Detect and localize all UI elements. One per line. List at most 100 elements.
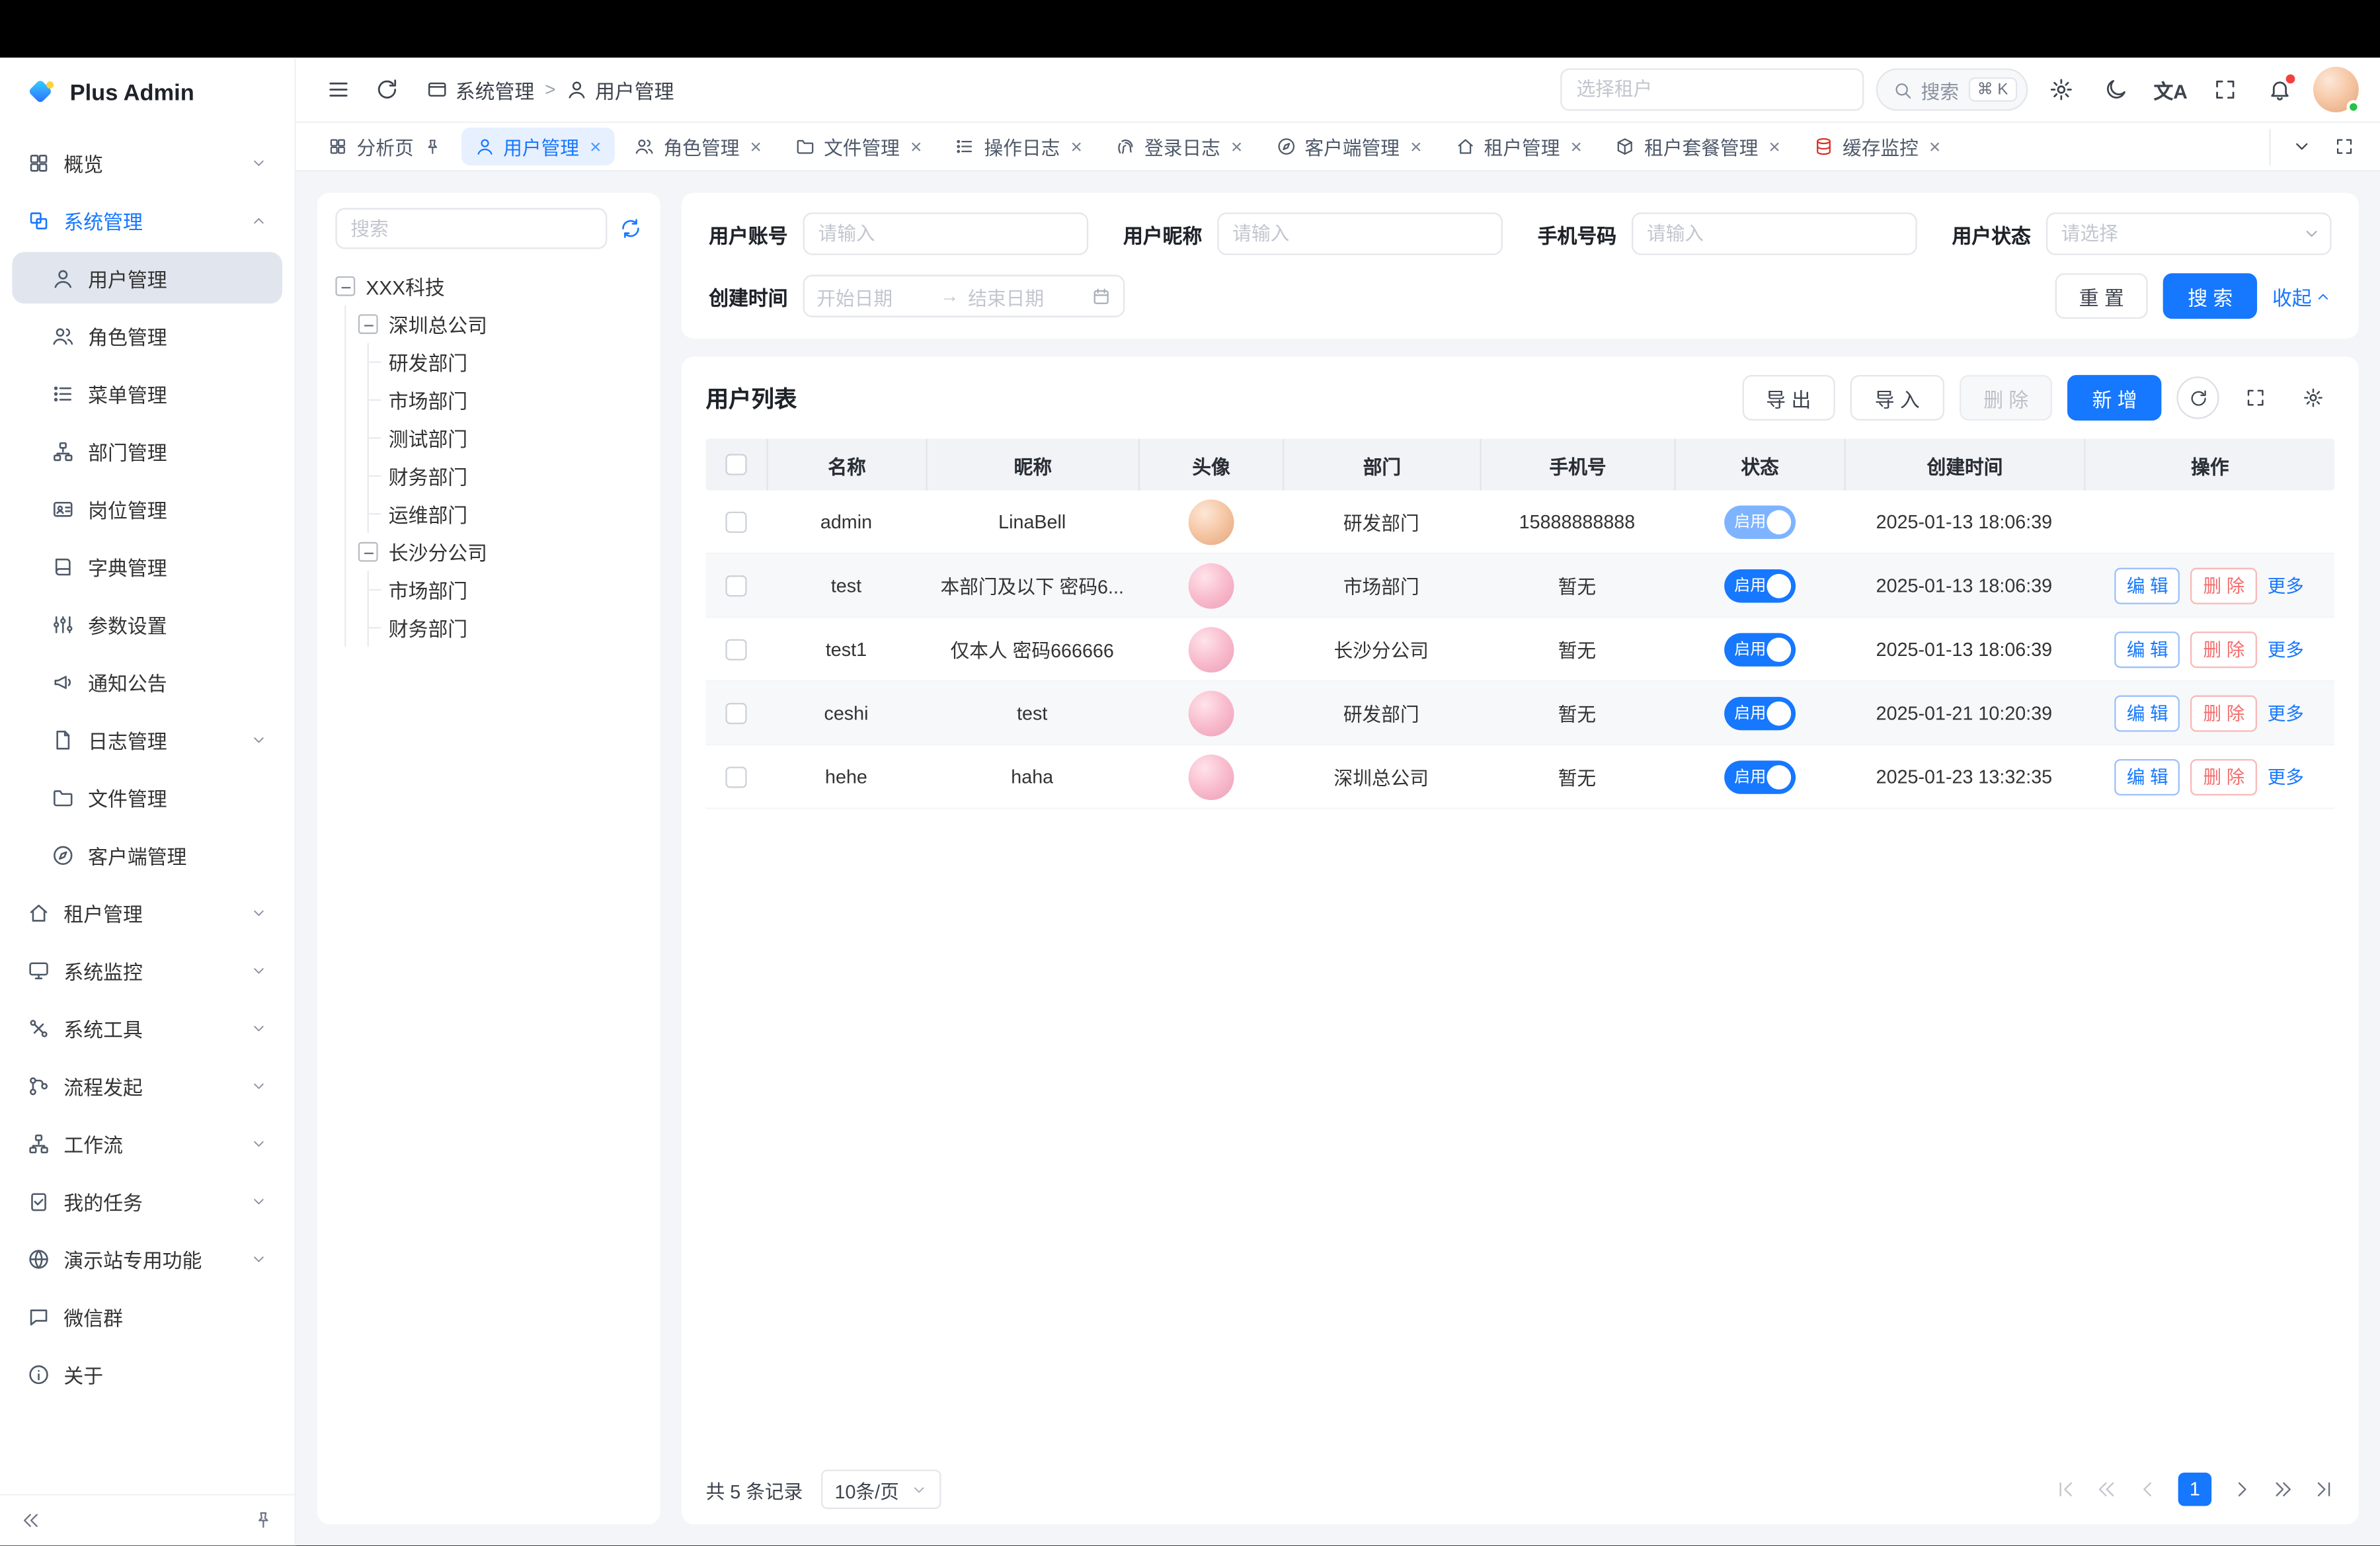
delete-button[interactable]: 删 除	[1959, 375, 2052, 421]
sidebar-item-wechat-group[interactable]: 微信群	[12, 1291, 282, 1342]
user-account-input[interactable]	[803, 212, 1089, 255]
reset-button[interactable]: 重 置	[2055, 273, 2148, 319]
page-size-select[interactable]: 10条/页	[821, 1470, 941, 1510]
tabs-dropdown-icon[interactable]	[2283, 128, 2319, 165]
table-settings-icon[interactable]	[2292, 376, 2334, 419]
edit-button[interactable]: 编 辑	[2115, 758, 2181, 795]
user-status-select-input[interactable]	[2046, 212, 2332, 255]
tab-tenant-package-mgmt[interactable]: 租户套餐管理 ×	[1602, 128, 1794, 165]
sidebar-item-param-settings[interactable]: 参数设置	[12, 598, 282, 650]
global-search-button[interactable]: 搜索 ⌘ K	[1876, 68, 2028, 110]
close-icon[interactable]: ×	[1571, 137, 1582, 157]
sidebar-item-about[interactable]: 关于	[12, 1348, 282, 1400]
more-button[interactable]: 更多	[2268, 573, 2304, 598]
sidebar-item-user-mgmt[interactable]: 用户管理	[12, 252, 282, 304]
sidebar-item-overview[interactable]: 概览	[12, 137, 282, 188]
close-icon[interactable]: ×	[750, 137, 762, 157]
tab-tenant-mgmt[interactable]: 租户管理 ×	[1441, 128, 1595, 165]
edit-button[interactable]: 编 辑	[2115, 631, 2181, 667]
close-icon[interactable]: ×	[590, 137, 601, 157]
tree-node-dept[interactable]: 市场部门	[381, 381, 642, 419]
tree-node-branch[interactable]: 深圳总公司	[358, 305, 642, 343]
close-icon[interactable]: ×	[1768, 137, 1780, 157]
status-toggle[interactable]: 启用	[1724, 505, 1795, 538]
sidebar-item-process-start[interactable]: 流程发起	[12, 1060, 282, 1112]
fullscreen-icon[interactable]	[2204, 68, 2246, 110]
sidebar-item-menu-mgmt[interactable]: 菜单管理	[12, 368, 282, 419]
tree-search-input[interactable]	[335, 208, 607, 249]
tree-node-dept[interactable]: 运维部门	[381, 495, 642, 532]
collapse-sidebar-icon[interactable]	[21, 1511, 41, 1531]
tree-node-dept[interactable]: 财务部门	[381, 609, 642, 647]
table-refresh-icon[interactable]	[2176, 376, 2219, 419]
sidebar-item-system-monitor[interactable]: 系统监控	[12, 944, 282, 996]
tab-operation-log[interactable]: 操作日志 ×	[941, 128, 1095, 165]
tree-expand-toggle[interactable]	[358, 314, 378, 334]
sidebar-item-my-tasks[interactable]: 我的任务	[12, 1175, 282, 1227]
close-icon[interactable]: ×	[1410, 137, 1421, 157]
tree-node-company[interactable]: XXX科技	[335, 267, 642, 305]
sidebar-item-client-mgmt[interactable]: 客户端管理	[12, 829, 282, 881]
edit-button[interactable]: 编 辑	[2115, 567, 2181, 604]
tree-node-dept[interactable]: 研发部门	[381, 343, 642, 381]
language-switch-icon[interactable]: 文A	[2149, 68, 2192, 110]
sidebar-item-notice[interactable]: 通知公告	[12, 656, 282, 708]
sidebar-item-workflow[interactable]: 工作流	[12, 1118, 282, 1169]
tab-cache-monitor[interactable]: 缓存监控 ×	[1800, 128, 1954, 165]
hamburger-menu-icon[interactable]	[317, 68, 360, 110]
delete-row-button[interactable]: 删 除	[2191, 694, 2257, 731]
tenant-select-input[interactable]	[1560, 68, 1863, 110]
tree-node-branch[interactable]: 长沙分公司	[358, 533, 642, 571]
delete-row-button[interactable]: 删 除	[2191, 631, 2257, 667]
content-fullscreen-icon[interactable]	[2325, 128, 2361, 165]
row-checkbox[interactable]	[725, 766, 746, 787]
jump-forward-icon[interactable]	[2272, 1479, 2293, 1500]
status-toggle[interactable]: 启用	[1724, 569, 1795, 602]
last-page-icon[interactable]	[2313, 1479, 2334, 1500]
phone-number-input[interactable]	[1632, 212, 1917, 255]
sidebar-item-system-tools[interactable]: 系统工具	[12, 1002, 282, 1053]
more-button[interactable]: 更多	[2268, 700, 2304, 725]
sidebar-item-dict-mgmt[interactable]: 字典管理	[12, 540, 282, 592]
tree-node-dept[interactable]: 市场部门	[381, 571, 642, 608]
more-button[interactable]: 更多	[2268, 764, 2304, 790]
notification-bell-icon[interactable]	[2258, 68, 2301, 110]
search-button[interactable]: 搜 索	[2164, 273, 2257, 319]
current-page-button[interactable]: 1	[2178, 1473, 2212, 1507]
tab-user-mgmt[interactable]: 用户管理 ×	[461, 128, 615, 165]
row-checkbox[interactable]	[725, 638, 746, 659]
select-all-checkbox[interactable]	[725, 454, 746, 475]
import-button[interactable]: 导 入	[1850, 375, 1944, 421]
tab-login-log[interactable]: 登录日志 ×	[1102, 128, 1256, 165]
next-page-icon[interactable]	[2231, 1479, 2252, 1500]
row-checkbox[interactable]	[725, 511, 746, 532]
sidebar-item-system-mgmt[interactable]: 系统管理	[12, 194, 282, 246]
export-button[interactable]: 导 出	[1742, 375, 1835, 421]
create-time-range-picker[interactable]: 开始日期 → 结束日期	[803, 275, 1125, 317]
tree-node-dept[interactable]: 测试部门	[381, 419, 642, 457]
first-page-icon[interactable]	[2055, 1479, 2077, 1500]
tree-expand-toggle[interactable]	[358, 542, 378, 562]
close-icon[interactable]: ×	[1929, 137, 1940, 157]
collapse-filters-link[interactable]: 收起	[2272, 282, 2332, 311]
tab-file-mgmt[interactable]: 文件管理 ×	[781, 128, 935, 165]
sidebar-item-post-mgmt[interactable]: 岗位管理	[12, 483, 282, 534]
row-checkbox[interactable]	[725, 575, 746, 596]
sidebar-item-demo-features[interactable]: 演示站专用功能	[12, 1233, 282, 1284]
row-checkbox[interactable]	[725, 702, 746, 723]
pin-icon[interactable]	[422, 138, 441, 156]
prev-page-icon[interactable]	[2137, 1479, 2159, 1500]
table-fullscreen-icon[interactable]	[2235, 376, 2277, 419]
sidebar-item-role-mgmt[interactable]: 角色管理	[12, 309, 282, 361]
tree-refresh-icon[interactable]	[619, 217, 642, 239]
breadcrumb-item-user-mgmt[interactable]: 用户管理	[566, 75, 674, 104]
user-avatar[interactable]	[2313, 67, 2359, 112]
delete-row-button[interactable]: 删 除	[2191, 758, 2257, 795]
close-icon[interactable]: ×	[1070, 137, 1082, 157]
more-button[interactable]: 更多	[2268, 636, 2304, 662]
jump-back-icon[interactable]	[2096, 1479, 2118, 1500]
sidebar-item-log-mgmt[interactable]: 日志管理	[12, 713, 282, 765]
tree-node-dept[interactable]: 财务部门	[381, 457, 642, 495]
sidebar-item-tenant-mgmt[interactable]: 租户管理	[12, 887, 282, 938]
tree-expand-toggle[interactable]	[335, 276, 355, 296]
